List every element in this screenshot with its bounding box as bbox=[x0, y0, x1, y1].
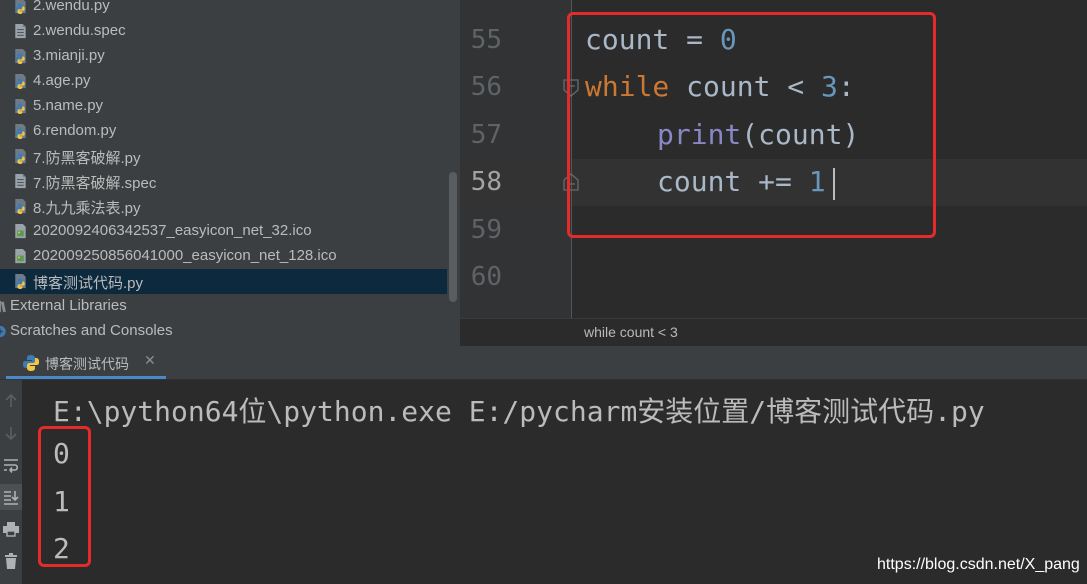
output-highlight-box bbox=[38, 426, 91, 567]
line-number: 60 bbox=[470, 262, 502, 292]
breadcrumb-bar: while count < 3 bbox=[460, 318, 1087, 346]
line-number: 59 bbox=[470, 215, 502, 245]
scroll-to-end-icon[interactable] bbox=[0, 484, 22, 510]
project-tree-item-label: 博客测试代码.py bbox=[33, 275, 144, 292]
line-number: 55 bbox=[470, 25, 502, 55]
project-tree-item[interactable]: 6.rendom.py bbox=[0, 119, 447, 144]
python-file-icon bbox=[15, 73, 26, 90]
watermark: https://blog.csdn.net/X_pang bbox=[877, 556, 1080, 573]
breadcrumb[interactable]: while count < 3 bbox=[584, 324, 678, 340]
project-tree-panel: 2.wendu.py 2.wendu.spec 3.mianji.py 4.age.p… bbox=[0, 0, 460, 346]
ico-file-icon bbox=[15, 223, 26, 239]
project-tree-item[interactable]: 7.防黑客破解.py bbox=[0, 144, 447, 169]
project-tree-item[interactable]: 2.wendu.spec bbox=[0, 19, 447, 44]
project-tree-item-label: 3.mianji.py bbox=[33, 47, 105, 64]
project-tree-item[interactable]: 202009250856041000_easyicon_net_128.ico bbox=[0, 244, 447, 269]
project-tree-scrollbar-thumb[interactable] bbox=[449, 172, 457, 302]
library-icon bbox=[0, 300, 6, 313]
trash-icon[interactable] bbox=[0, 548, 22, 574]
project-tree-item[interactable]: 4.age.py bbox=[0, 69, 447, 94]
run-tab[interactable]: 博客测试代码 ✕ bbox=[6, 346, 166, 379]
print-icon[interactable] bbox=[0, 516, 22, 542]
project-tree-item[interactable]: 3.mianji.py bbox=[0, 44, 447, 69]
ico-file-icon bbox=[15, 248, 26, 264]
project-tree-item[interactable]: Scratches and Consoles bbox=[0, 319, 447, 344]
project-tree-item[interactable]: 2.wendu.py bbox=[0, 0, 447, 19]
python-file-icon bbox=[15, 123, 26, 140]
text-file-icon bbox=[15, 173, 26, 189]
project-tree-item-label: 2.wendu.spec bbox=[33, 22, 126, 39]
project-tree-item[interactable]: 博客测试代码.py bbox=[0, 269, 447, 294]
project-tree-item-label: 2.wendu.py bbox=[33, 0, 110, 14]
run-console[interactable]: E:\python64位\python.exe E:/pycharm安装位置/博… bbox=[22, 380, 1087, 584]
run-window-header: 博客测试代码 ✕ bbox=[0, 346, 1087, 380]
project-tree-item[interactable]: 2020092406342537_easyicon_net_32.ico bbox=[0, 219, 447, 244]
project-tree-item-label: 2020092406342537_easyicon_net_32.ico bbox=[33, 222, 312, 239]
python-file-icon bbox=[15, 148, 26, 165]
soft-wrap-icon[interactable] bbox=[0, 452, 22, 478]
project-tree-item[interactable]: 5.name.py bbox=[0, 94, 447, 119]
python-run-icon bbox=[23, 355, 39, 371]
python-file-icon bbox=[15, 48, 26, 65]
project-tree-item-label: Scratches and Consoles bbox=[10, 322, 173, 339]
python-file-icon bbox=[15, 0, 26, 15]
project-tree-item[interactable]: External Libraries bbox=[0, 294, 447, 319]
project-tree-item-label: 5.name.py bbox=[33, 97, 104, 114]
project-tree-item-label: 7.防黑客破解.spec bbox=[33, 175, 157, 192]
line-number: 57 bbox=[470, 120, 502, 150]
python-file-icon bbox=[15, 273, 26, 290]
code-highlight-box bbox=[567, 12, 936, 238]
python-file-icon bbox=[15, 98, 26, 115]
line-number: 56 bbox=[470, 72, 502, 102]
down-arrow-icon[interactable] bbox=[0, 420, 22, 446]
line-number-current: 58 bbox=[470, 167, 502, 197]
project-tree-item-label: 6.rendom.py bbox=[33, 122, 117, 139]
run-tab-label: 博客测试代码 bbox=[45, 356, 129, 372]
project-tree-item-label: 4.age.py bbox=[33, 72, 91, 89]
project-tree-item-label: 202009250856041000_easyicon_net_128.ico bbox=[33, 247, 337, 264]
project-tree-item-label: External Libraries bbox=[10, 297, 127, 314]
project-tree-item-label: 7.防黑客破解.py bbox=[33, 150, 141, 167]
run-toolbar bbox=[0, 380, 22, 584]
up-arrow-icon[interactable] bbox=[0, 388, 22, 414]
project-tree-item-label: 8.九九乘法表.py bbox=[33, 200, 141, 217]
console-command-line: E:\python64位\python.exe E:/pycharm安装位置/博… bbox=[53, 395, 985, 428]
project-tree-item[interactable]: 7.防黑客破解.spec bbox=[0, 169, 447, 194]
scratches-icon bbox=[0, 325, 6, 338]
close-icon[interactable]: ✕ bbox=[144, 353, 156, 369]
project-tree-item[interactable]: 8.九九乘法表.py bbox=[0, 194, 447, 219]
text-file-icon bbox=[15, 23, 26, 39]
python-file-icon bbox=[15, 198, 26, 215]
